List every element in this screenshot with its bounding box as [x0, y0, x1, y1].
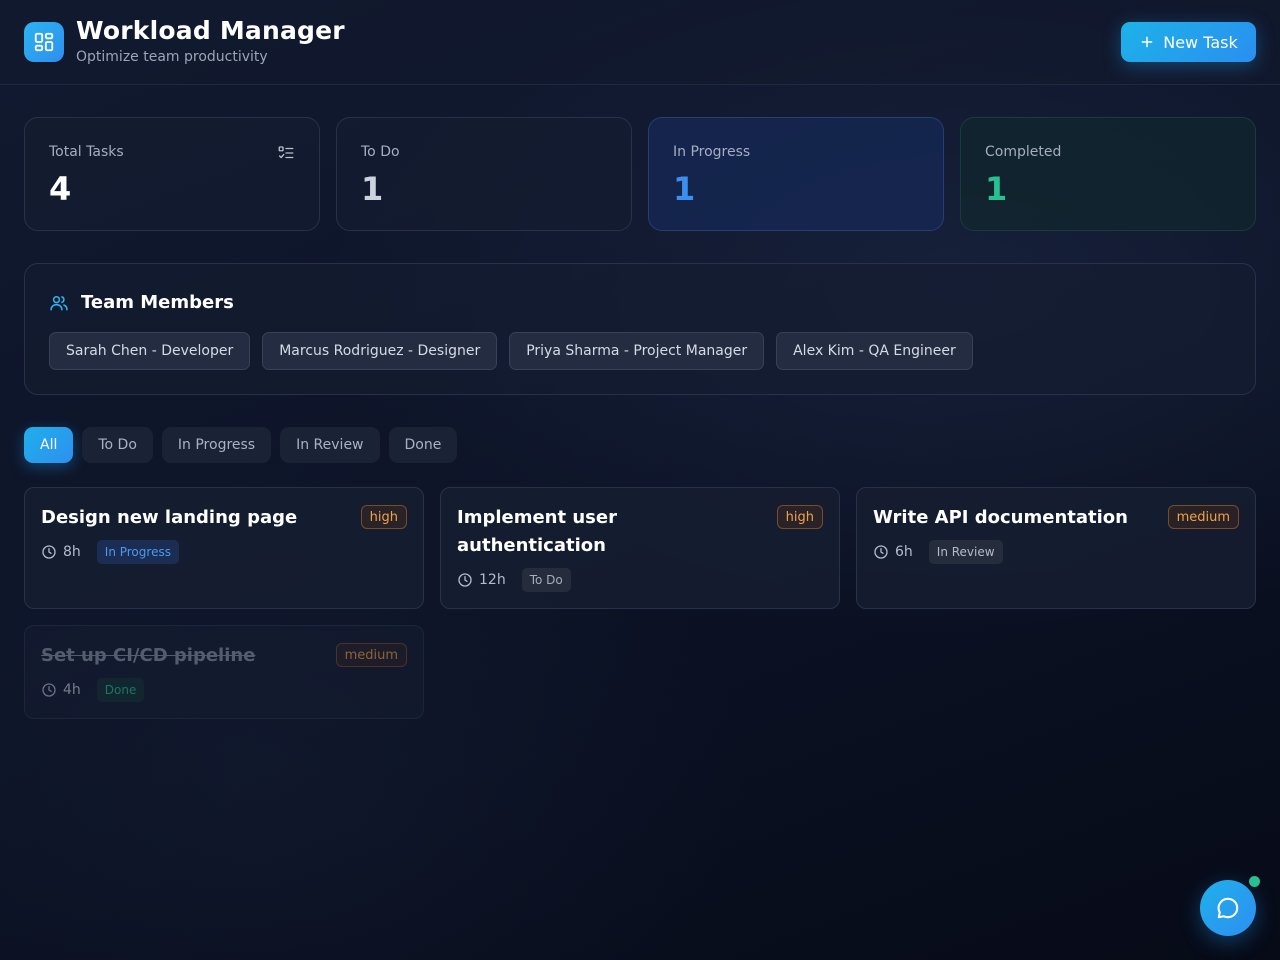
dashboard-grid-icon [24, 22, 64, 62]
new-task-label: New Task [1163, 32, 1238, 52]
task-title: Design new landing page [41, 507, 298, 528]
team-member-chip[interactable]: Priya Sharma - Project Manager [509, 332, 765, 370]
stat-value: 1 [985, 170, 1008, 208]
chat-bubble-icon [1217, 897, 1239, 919]
stat-label: In Progress [673, 144, 751, 160]
chat-button[interactable] [1200, 880, 1256, 936]
filter-tab-all[interactable]: All [24, 427, 74, 463]
clock-icon [42, 545, 56, 559]
status-badge: Done [96, 678, 145, 702]
stat-total-tasks: Total Tasks 4 [24, 117, 320, 231]
task-card[interactable]: Design new landing page high 8h In Progr… [24, 487, 424, 609]
stat-to-do: To Do 1 [336, 117, 632, 231]
online-status-dot [1249, 876, 1260, 887]
clock-icon [42, 683, 56, 697]
team-member-chip[interactable]: Marcus Rodriguez - Designer [262, 332, 498, 370]
task-hours: 6h [895, 544, 913, 560]
task-card[interactable]: Set up CI/CD pipeline medium 4h Done [24, 625, 424, 719]
stat-value: 4 [49, 170, 72, 208]
users-icon [50, 295, 68, 310]
stat-label: Total Tasks [49, 144, 124, 160]
status-filter-tabs: All To Do In Progress In Review Done [24, 427, 458, 463]
app-title: Workload Manager [76, 16, 345, 45]
priority-badge: medium [335, 643, 407, 667]
team-member-chip[interactable]: Alex Kim - QA Engineer [776, 332, 973, 370]
stat-value: 1 [361, 170, 384, 208]
priority-badge: high [360, 505, 407, 529]
app-subtitle: Optimize team productivity [76, 49, 268, 65]
task-title: Implement user authentication [457, 507, 617, 556]
clock-icon [458, 573, 472, 587]
team-member-chip[interactable]: Sarah Chen - Developer [49, 332, 251, 370]
new-task-button[interactable]: New Task [1121, 22, 1256, 62]
priority-badge: medium [1167, 505, 1239, 529]
task-hours: 12h [479, 572, 506, 588]
status-badge: To Do [521, 568, 571, 592]
stat-in-progress: In Progress 1 [648, 117, 944, 231]
filter-tab-todo[interactable]: To Do [82, 427, 153, 463]
filter-tab-in-review[interactable]: In Review [280, 427, 380, 463]
task-hours: 4h [63, 682, 81, 698]
task-card[interactable]: Implement user authentication high 12h T… [440, 487, 840, 609]
team-title: Team Members [81, 292, 234, 313]
task-hours: 8h [63, 544, 81, 560]
clock-icon [874, 545, 888, 559]
app-header: Workload Manager Optimize team productiv… [0, 0, 1280, 85]
priority-badge: high [776, 505, 823, 529]
task-title: Write API documentation [873, 507, 1128, 528]
status-badge: In Progress [96, 540, 179, 564]
stat-label: To Do [361, 144, 400, 160]
stat-value: 1 [673, 170, 696, 208]
task-title: Set up CI/CD pipeline [41, 645, 256, 666]
checklist-icon [278, 146, 294, 159]
plus-icon [1141, 36, 1153, 48]
team-members-panel: Team Members Sarah Chen - Developer Marc… [24, 263, 1256, 395]
filter-tab-in-progress[interactable]: In Progress [161, 427, 272, 463]
status-badge: In Review [928, 540, 1003, 564]
stat-label: Completed [985, 144, 1062, 160]
stat-completed: Completed 1 [960, 117, 1256, 231]
filter-tab-done[interactable]: Done [388, 427, 458, 463]
task-card[interactable]: Write API documentation medium 6h In Rev… [856, 487, 1256, 609]
